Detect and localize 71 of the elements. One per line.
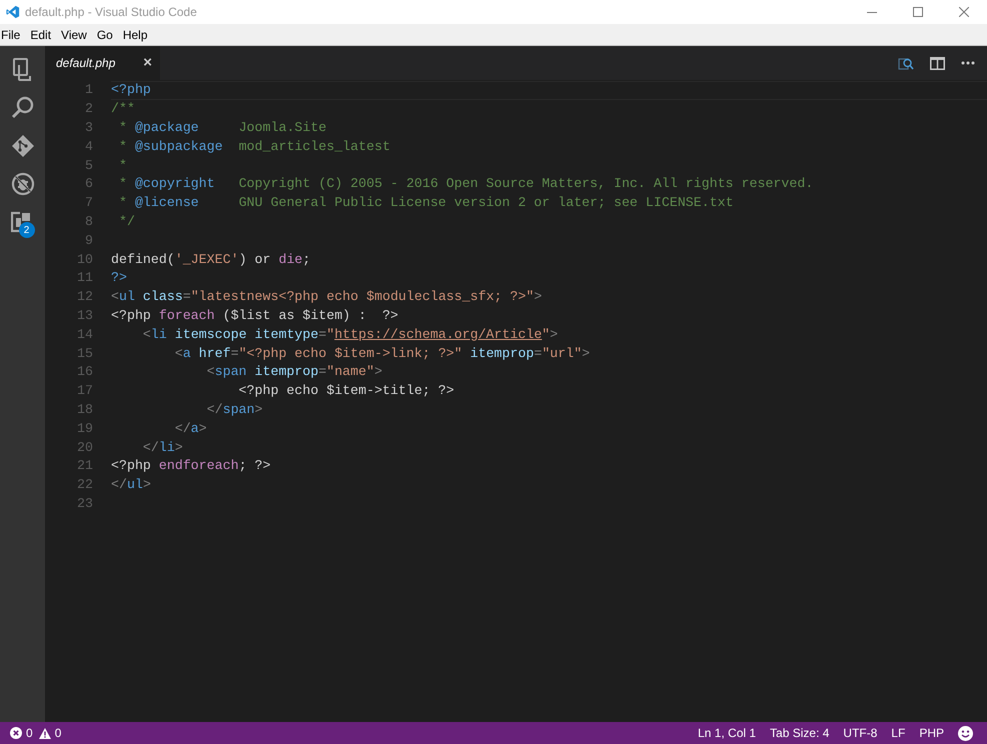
line-number: 3: [84, 119, 93, 138]
smiley-icon[interactable]: [958, 726, 973, 740]
line-number: 17: [76, 382, 93, 400]
app-logo-icon: [6, 5, 20, 19]
code-line: * @subpackage mod_articles_latest: [118, 138, 390, 156]
code-line: ?>: [111, 269, 127, 288]
code-line: * @license GNU General Public License version 2 or later; see LICENSE.txt: [118, 194, 734, 212]
line-number: 18: [76, 400, 93, 419]
line-number: 9: [84, 232, 93, 250]
line-number: 4: [84, 138, 93, 156]
error-count[interactable]: 0: [26, 724, 33, 742]
code-line: */: [118, 213, 135, 232]
menu-item[interactable]: Edit: [25, 26, 56, 44]
status-item[interactable]: Ln 1, Col 1: [698, 724, 756, 742]
code-line: * @copyright Copyright (C) 2005 - 2016 Open Source Matters, Inc. All rights reserved.: [118, 175, 814, 194]
warning-count[interactable]: 0: [54, 724, 62, 742]
code-line: <?php endforeach; ?>: [111, 457, 271, 476]
search-icon[interactable]: [10, 96, 34, 120]
line-number: 2: [84, 100, 93, 118]
line-number: 1: [84, 81, 93, 100]
code-line: <span itemprop="name">: [206, 363, 382, 382]
code-line: defined('_JEXEC') or die;: [111, 250, 311, 269]
code-line: /**: [111, 100, 135, 118]
warning-icon: [38, 728, 51, 738]
code-line: <?php echo $item->title; ?>: [238, 382, 454, 400]
line-number: 8: [84, 213, 93, 232]
git-icon[interactable]: [10, 134, 34, 158]
line-number: 14: [76, 326, 93, 344]
code-line: </span>: [206, 400, 263, 419]
code-line: </a>: [174, 420, 207, 438]
line-number: 21: [76, 457, 93, 476]
code-line: <li itemscope itemtype="https://schema.org/Article">: [142, 326, 558, 344]
menu-item[interactable]: Help: [118, 26, 153, 44]
error-icon: [10, 727, 22, 739]
code-line: <?php: [111, 81, 151, 100]
line-number: 22: [76, 476, 93, 494]
editor-tab[interactable]: default.php ×: [45, 46, 160, 80]
tab-close-button[interactable]: ×: [143, 52, 152, 74]
close-icon: [959, 7, 969, 17]
status-item[interactable]: LF: [891, 724, 906, 742]
line-number: 12: [76, 288, 93, 306]
more-icon[interactable]: [961, 61, 975, 65]
no-bug-icon[interactable]: [10, 172, 34, 196]
split-editor-icon[interactable]: [930, 56, 945, 70]
line-number: 15: [76, 344, 93, 363]
code-line: <?php foreach ($list as $item) : ?>: [111, 307, 398, 325]
line-number: 5: [84, 156, 93, 175]
status-item[interactable]: PHP: [919, 724, 944, 742]
line-number: 13: [76, 307, 93, 325]
line-number: 11: [76, 269, 93, 288]
badge: 2: [18, 222, 34, 238]
code-line: </ul>: [111, 476, 151, 494]
line-number: 7: [84, 194, 93, 212]
line-number: 19: [76, 420, 93, 438]
maximize-icon: [913, 7, 923, 17]
code-line: <a href="<?php echo $item->link; ?>" itemprop="url">: [174, 344, 590, 363]
line-number: 6: [84, 175, 93, 194]
line-number: 23: [76, 494, 93, 513]
code-line: *: [118, 156, 127, 175]
code-line: </li>: [142, 438, 183, 457]
menu-item[interactable]: Go: [92, 26, 118, 44]
code-line: * @package Joomla.Site: [118, 119, 326, 138]
line-number: 10: [76, 250, 93, 269]
line-number: 16: [76, 363, 93, 382]
code-line: <ul class="latestnews<?php echo $moduleclass_sfx; ?>">: [111, 288, 542, 306]
window-title: default.php - Visual Studio Code: [25, 4, 197, 21]
status-item[interactable]: Tab Size: 4: [770, 724, 830, 742]
line-number: 20: [76, 438, 93, 457]
menu-item[interactable]: File: [0, 26, 26, 44]
menu-item[interactable]: View: [56, 26, 92, 44]
status-item[interactable]: UTF-8: [843, 724, 878, 742]
